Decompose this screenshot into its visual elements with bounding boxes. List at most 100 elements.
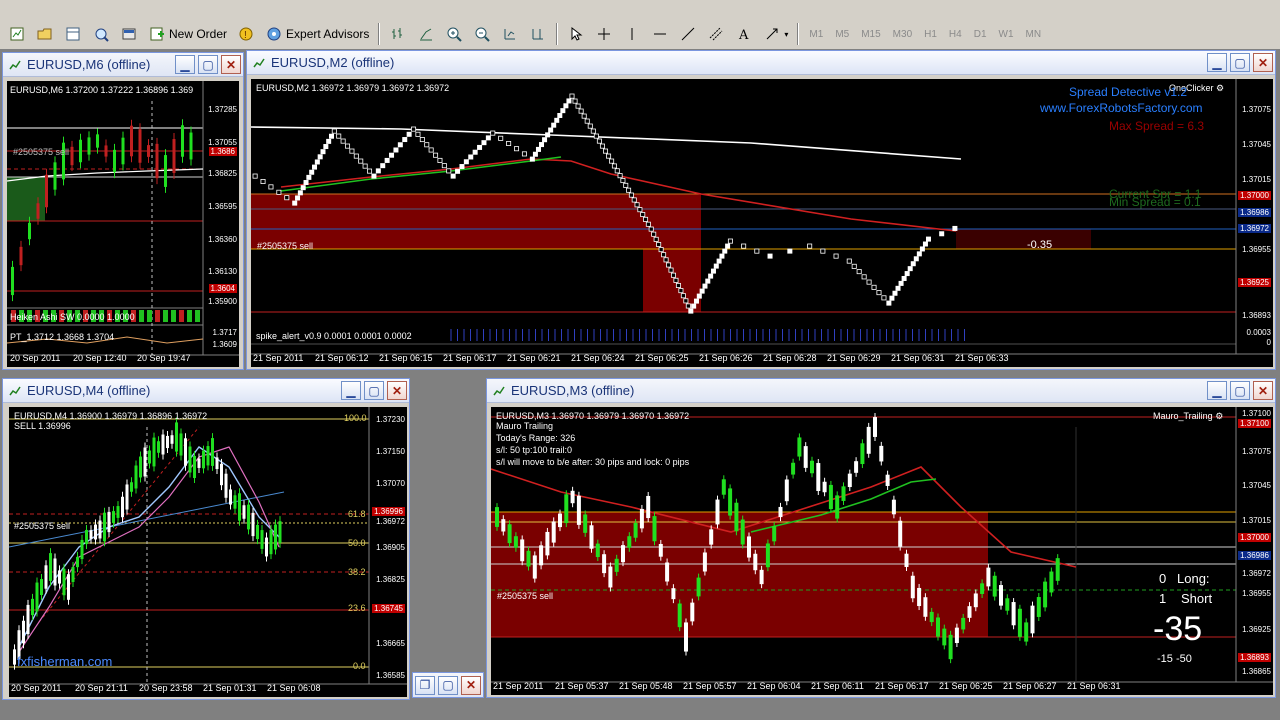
renko-brick: [349, 148, 355, 154]
renko-brick: [566, 98, 572, 104]
window-titlebar[interactable]: EURUSD,M6 (offline) ▁ ▢ ✕: [3, 53, 243, 77]
profiles-button[interactable]: [32, 22, 58, 46]
renko-brick: [754, 248, 760, 254]
window-titlebar[interactable]: EURUSD,M4 (offline) ▁ ▢ ✕: [3, 379, 409, 403]
chart-area[interactable]: EURUSD,M4 1.36900 1.36979 1.36896 1.3697…: [9, 407, 407, 697]
timeframe-m1-button[interactable]: M1: [804, 29, 828, 40]
minimize-button[interactable]: ▁: [341, 381, 361, 400]
crosshair-button[interactable]: [591, 22, 617, 46]
renko-brick: [362, 163, 368, 169]
vertical-line-button[interactable]: [619, 22, 645, 46]
renko-brick: [437, 157, 443, 163]
window-titlebar[interactable]: EURUSD,M2 (offline) ▁ ▢ ✕: [247, 51, 1275, 75]
candle-chart-button[interactable]: [413, 22, 439, 46]
close-button[interactable]: ✕: [221, 55, 241, 74]
renko-brick: [539, 142, 545, 148]
candle-body: [986, 567, 991, 587]
indicator-name-text: Mauro_Trailing: [1153, 411, 1213, 421]
close-button[interactable]: ✕: [1253, 53, 1273, 72]
price-label: 1.36825: [208, 169, 237, 178]
metaeditor-button[interactable]: !: [233, 22, 259, 46]
chart-area[interactable]: EURUSD,M2 1.36972 1.36979 1.36972 1.3697…: [251, 79, 1273, 367]
renko-brick: [498, 135, 504, 141]
candle-body: [184, 438, 187, 466]
minimized-window[interactable]: ❐ ▢ ✕: [412, 672, 484, 698]
timeframe-m30-button[interactable]: M30: [888, 29, 917, 40]
trendline-button[interactable]: [675, 22, 701, 46]
timeframe-mn-button[interactable]: MN: [1021, 29, 1047, 40]
text-button[interactable]: A: [731, 22, 757, 46]
date-label: 21 Sep 06:31: [891, 353, 945, 363]
expert-advisors-button[interactable]: Expert Advisors: [261, 22, 373, 46]
candle-body: [671, 588, 676, 600]
channel-icon: [707, 25, 725, 43]
chart-window-m6[interactable]: EURUSD,M6 (offline) ▁ ▢ ✕ EURUSD,M6 1.37…: [2, 52, 244, 370]
price-label: 1.3609: [212, 340, 237, 349]
timeframe-h1-button[interactable]: H1: [919, 29, 942, 40]
horizontal-line-button[interactable]: [647, 22, 673, 46]
expert-advisors-icon: [265, 25, 283, 43]
window-buttons: ▁ ▢ ✕: [341, 381, 407, 400]
candle-body: [999, 585, 1003, 606]
maximize-button[interactable]: ▢: [198, 55, 218, 74]
fib-level-label: 38.2: [348, 567, 366, 577]
candle-body: [247, 504, 250, 530]
price-label: 1.3604: [208, 284, 237, 293]
indicator-name[interactable]: Mauro_Trailing ⚙: [1153, 411, 1223, 422]
close-button[interactable]: ✕: [461, 675, 481, 695]
close-button[interactable]: ✕: [1253, 381, 1273, 400]
renko-brick: [939, 231, 945, 237]
channel-button[interactable]: [703, 22, 729, 46]
terminal-button[interactable]: [116, 22, 142, 46]
arrows-button[interactable]: ▾: [759, 22, 792, 46]
price-label: 0: [1266, 338, 1271, 347]
timeframe-w1-button[interactable]: W1: [994, 29, 1019, 40]
zoom-out-button[interactable]: [469, 22, 495, 46]
timeframe-m5-button[interactable]: M5: [830, 29, 854, 40]
new-chart-button[interactable]: [4, 22, 30, 46]
chart-area[interactable]: EURUSD,M3 1.36970 1.36979 1.36970 1.3697…: [491, 407, 1273, 695]
minimize-button[interactable]: ▁: [175, 55, 195, 74]
zoom-in-button[interactable]: [441, 22, 467, 46]
candle-body: [256, 524, 259, 540]
maximize-button[interactable]: ▢: [1230, 53, 1250, 72]
trendline-icon: [679, 25, 697, 43]
window-titlebar[interactable]: EURUSD,M3 (offline) ▁ ▢ ✕: [487, 379, 1275, 403]
horizontal-line-icon: [651, 25, 669, 43]
candle-body: [684, 622, 688, 652]
order-label: #2505375 sell: [13, 147, 70, 157]
cursor-button[interactable]: [563, 22, 589, 46]
price-label: 1.37015: [1242, 175, 1271, 184]
chart-window-m2[interactable]: EURUSD,M2 (offline) ▁ ▢ ✕ EURUSD,M2 1.36…: [246, 50, 1276, 370]
close-button[interactable]: ✕: [387, 381, 407, 400]
candle-body: [595, 543, 600, 558]
price-label: 1.36972: [1242, 569, 1271, 578]
timeframe-m15-button[interactable]: M15: [856, 29, 885, 40]
market-watch-icon: [64, 25, 82, 43]
maximize-button[interactable]: ▢: [364, 381, 384, 400]
bar-chart-button[interactable]: [385, 22, 411, 46]
price-label: 1.36665: [376, 639, 405, 648]
restore-button[interactable]: ❐: [415, 675, 435, 695]
chart-area[interactable]: EURUSD,M6 1.37200 1.37222 1.36896 1.369 …: [7, 81, 239, 367]
timeframe-h4-button[interactable]: H4: [944, 29, 967, 40]
date-label: 21 Sep 2011: [493, 681, 544, 691]
price-label: 1.37075: [1242, 447, 1271, 456]
timeframe-d1-button[interactable]: D1: [969, 29, 992, 40]
maximize-button[interactable]: ▢: [438, 675, 458, 695]
candle-body: [885, 474, 890, 486]
minimize-button[interactable]: ▁: [1207, 53, 1227, 72]
candle-body: [224, 473, 228, 498]
chart-header: EURUSD,M6 1.37200 1.37222 1.36896 1.369: [10, 85, 194, 95]
price-label: 1.36986: [1238, 551, 1271, 560]
navigator-button[interactable]: [88, 22, 114, 46]
maximize-button[interactable]: ▢: [1230, 381, 1250, 400]
candle-body: [161, 434, 165, 455]
autoscroll-button[interactable]: [497, 22, 523, 46]
minimize-button[interactable]: ▁: [1207, 381, 1227, 400]
new-order-button[interactable]: New Order: [144, 22, 231, 46]
market-watch-button[interactable]: [60, 22, 86, 46]
chart-shift-button[interactable]: [525, 22, 551, 46]
chart-window-m3[interactable]: EURUSD,M3 (offline) ▁ ▢ ✕ EURUSD,M3 1.36…: [486, 378, 1276, 698]
chart-window-m4[interactable]: EURUSD,M4 (offline) ▁ ▢ ✕ EURUSD,M4 1.36…: [2, 378, 410, 700]
